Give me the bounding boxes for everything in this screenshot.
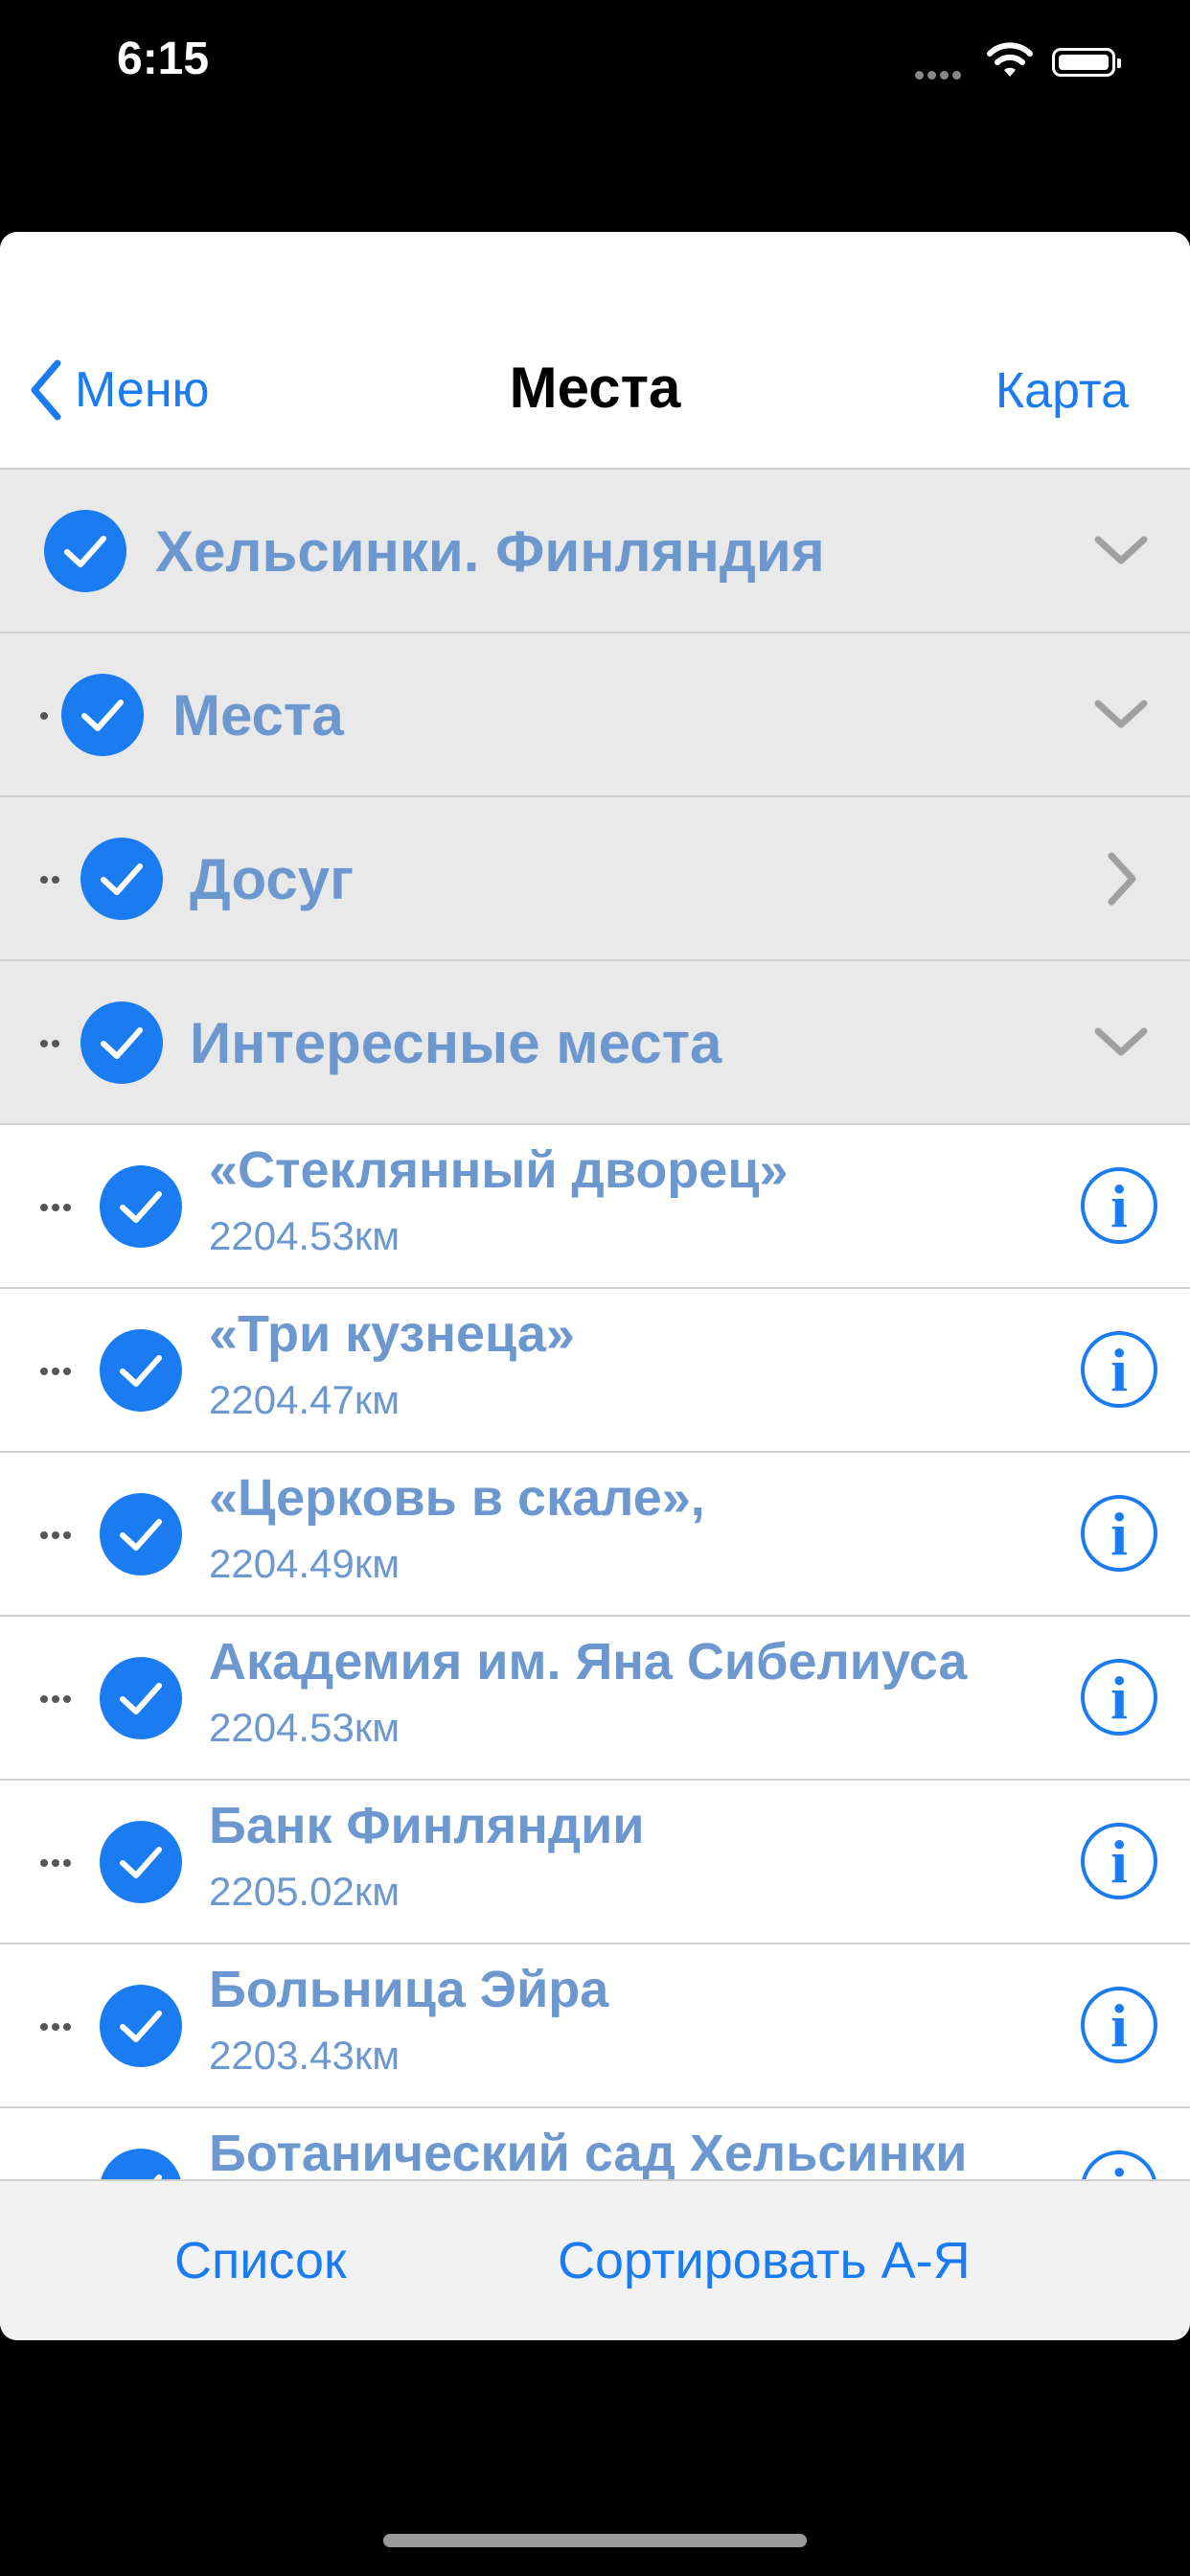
navigation-bar: Меню Места Карта: [0, 232, 1190, 470]
checkmark-icon[interactable]: [100, 2149, 182, 2181]
indent-dots: [40, 1289, 75, 1453]
place-row[interactable]: «Стеклянный дворец» 2204.53км i: [0, 1125, 1190, 1289]
status-time: 6:15: [117, 34, 210, 84]
group-row-interesting[interactable]: Интересные места: [0, 961, 1190, 1125]
wifi-icon: [987, 42, 1033, 77]
place-title: Больница Эйра: [209, 1961, 609, 2018]
indent-dots: [40, 961, 63, 1125]
checkmark-icon[interactable]: [44, 510, 126, 592]
group-label: Досуг: [190, 847, 355, 911]
place-row[interactable]: «Церковь в скале», 2204.49км i: [0, 1453, 1190, 1617]
info-icon[interactable]: i: [1081, 1987, 1157, 2063]
place-row[interactable]: Ботанический сад Хельсинки i: [0, 2108, 1190, 2181]
place-row[interactable]: Академия им. Яна Сибелиуса 2204.53км i: [0, 1617, 1190, 1781]
indent-dots: [40, 1944, 75, 2108]
place-title: Академия им. Яна Сибелиуса: [209, 1633, 968, 1690]
place-title: «Церковь в скале»,: [209, 1469, 705, 1527]
info-icon[interactable]: i: [1081, 1331, 1157, 1408]
group-row-helsinki[interactable]: Хельсинки. Финляндия: [0, 470, 1190, 633]
place-row[interactable]: «Три кузнеца» 2204.47км i: [0, 1289, 1190, 1453]
indent-dots: [40, 633, 52, 797]
group-label: Интересные места: [190, 1011, 722, 1075]
place-title: «Три кузнеца»: [209, 1305, 575, 1363]
place-title: Банк Финляндии: [209, 1797, 645, 1854]
status-bar: 6:15: [0, 0, 1190, 134]
place-row[interactable]: Больница Эйра 2203.43км i: [0, 1944, 1190, 2108]
place-distance: 2205.02км: [209, 1869, 400, 1914]
places-list[interactable]: Хельсинки. Финляндия Места Досуг Интерес…: [0, 470, 1190, 2181]
group-row-places[interactable]: Места: [0, 633, 1190, 797]
place-title: Ботанический сад Хельсинки: [209, 2125, 968, 2181]
info-icon[interactable]: i: [1081, 1167, 1157, 1244]
info-icon[interactable]: i: [1081, 1823, 1157, 1899]
place-distance: 2204.47км: [209, 1377, 400, 1422]
place-distance: 2204.49км: [209, 1541, 400, 1586]
place-distance: 2204.53км: [209, 1705, 400, 1750]
info-icon[interactable]: i: [1081, 2150, 1157, 2181]
map-button[interactable]: Карта: [995, 362, 1129, 420]
checkmark-icon[interactable]: [80, 1001, 163, 1084]
place-distance: 2204.53км: [209, 1213, 400, 1258]
group-row-leisure[interactable]: Досуг: [0, 797, 1190, 961]
checkmark-icon[interactable]: [100, 1493, 182, 1576]
indent-dots: [40, 2108, 75, 2181]
places-sheet: Меню Места Карта Хельсинки. Финляндия Ме…: [0, 232, 1190, 2340]
place-distance: 2203.43км: [209, 2033, 400, 2078]
home-indicator[interactable]: [383, 2534, 807, 2547]
checkmark-icon[interactable]: [100, 1657, 182, 1739]
chevron-down-icon[interactable]: [1092, 1014, 1150, 1071]
group-label: Места: [172, 683, 344, 748]
checkmark-icon[interactable]: [80, 838, 163, 920]
place-row[interactable]: Банк Финляндии 2205.02км i: [0, 1781, 1190, 1944]
battery-icon: [1052, 48, 1121, 77]
indent-dots: [40, 1781, 75, 1944]
info-icon[interactable]: i: [1081, 1659, 1157, 1736]
checkmark-icon[interactable]: [61, 674, 144, 756]
indent-dots: [40, 797, 63, 961]
sort-button[interactable]: Сортировать А-Я: [558, 2231, 971, 2290]
chevron-right-icon[interactable]: [1092, 850, 1150, 908]
checkmark-icon[interactable]: [100, 1985, 182, 2067]
group-label: Хельсинки. Финляндия: [155, 519, 825, 584]
info-icon[interactable]: i: [1081, 1495, 1157, 1572]
checkmark-icon[interactable]: [100, 1165, 182, 1248]
checkmark-icon[interactable]: [100, 1821, 182, 1903]
bottom-toolbar: Список Сортировать А-Я: [0, 2179, 1190, 2340]
list-button[interactable]: Список: [174, 2231, 347, 2290]
indent-dots: [40, 1617, 75, 1781]
signal-icon: [915, 67, 965, 84]
checkmark-icon[interactable]: [100, 1329, 182, 1412]
chevron-down-icon[interactable]: [1092, 522, 1150, 580]
indent-dots: [40, 1125, 75, 1289]
indent-dots: [40, 1453, 75, 1617]
place-title: «Стеклянный дворец»: [209, 1141, 789, 1199]
chevron-down-icon[interactable]: [1092, 686, 1150, 744]
